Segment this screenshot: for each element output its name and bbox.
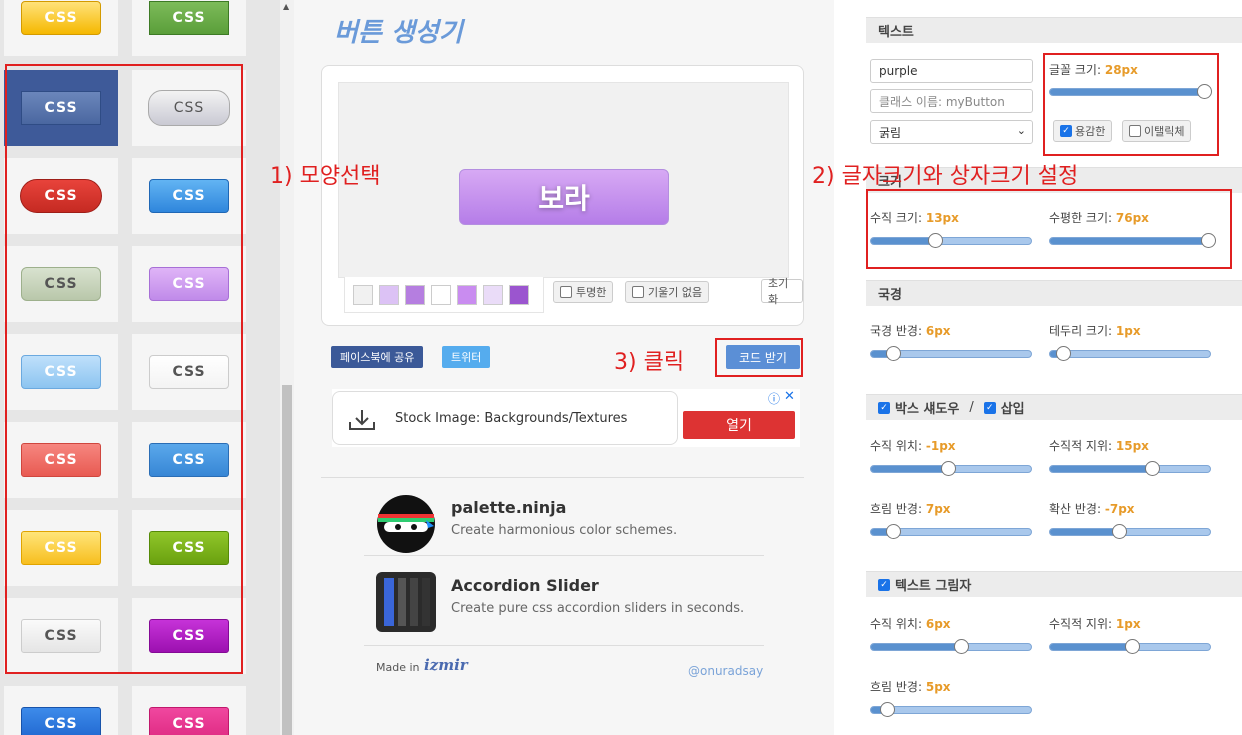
- promo-item[interactable]: palette.ninja Create harmonious color sc…: [364, 482, 764, 556]
- color-swatch[interactable]: [483, 285, 503, 305]
- annotation-box-font-size: [1043, 53, 1219, 156]
- reset-button[interactable]: 초기화: [761, 277, 803, 306]
- border-radius-label: 국경 반경: 6px: [870, 324, 951, 338]
- gallery-scrollbar[interactable]: ▲: [280, 0, 294, 735]
- izmir-logo: izmir: [424, 656, 468, 674]
- text-shadow-blur-slider[interactable]: [870, 702, 1032, 717]
- css-style-button[interactable]: CSS: [149, 1, 229, 35]
- style-preset-tile[interactable]: CSS: [4, 0, 118, 56]
- promo-item[interactable]: Accordion Slider Create pure css accordi…: [364, 560, 764, 646]
- shadow-blur-slider[interactable]: [870, 524, 1032, 539]
- color-swatch[interactable]: [457, 285, 477, 305]
- shadow-blur-label: 흐림 반경: 7px: [870, 502, 951, 516]
- no-gradient-toggle[interactable]: 기울기 없음: [625, 281, 710, 303]
- css-style-button[interactable]: CSS: [21, 707, 101, 735]
- page-title: 버튼 생성기: [334, 18, 463, 48]
- slider-knob: [886, 524, 902, 539]
- annotation-step3: 3) 클릭: [614, 350, 685, 375]
- ad-card[interactable]: Stock Image: Backgrounds/Textures: [332, 391, 678, 445]
- slider-knob: [1111, 524, 1127, 539]
- box-shadow-section-header[interactable]: ✓ 박스 섀도우 / ✓ 삽입: [866, 394, 1242, 420]
- ninja-logo-icon: [377, 495, 435, 553]
- shadow-vertical-distance-label: 수직적 지위: 15px: [1049, 439, 1149, 453]
- ad-text: Stock Image: Backgrounds/Textures: [395, 411, 628, 426]
- preview-area: 보라: [338, 82, 789, 278]
- color-swatch[interactable]: [431, 285, 451, 305]
- style-preset-tile[interactable]: CSS: [132, 0, 246, 56]
- text-shadow-blur-label: 흐림 반경: 5px: [870, 680, 951, 694]
- border-width-label: 테두리 크기: 1px: [1049, 324, 1141, 338]
- color-swatch[interactable]: [405, 285, 425, 305]
- slider-knob: [880, 702, 895, 717]
- border-radius-slider[interactable]: [870, 346, 1032, 361]
- style-preset-tile[interactable]: CSS: [132, 686, 246, 735]
- text-shadow-vertical-distance-slider[interactable]: [1049, 639, 1211, 654]
- slider-knob: [1145, 461, 1161, 476]
- annotation-box-size: [866, 189, 1232, 269]
- transparent-toggle[interactable]: 투명한: [553, 281, 614, 303]
- author-link[interactable]: @onuradsay: [688, 664, 763, 678]
- facebook-share-button[interactable]: 페이스북에 공유: [331, 346, 424, 368]
- text-shadow-section-header[interactable]: ✓ 텍스트 그림자: [866, 571, 1242, 597]
- color-swatch-row: [344, 277, 544, 313]
- ad-info-icon[interactable]: ⓘ: [768, 390, 780, 407]
- annotation-step1: 1) 모양선택: [270, 164, 381, 189]
- shadow-vertical-distance-slider[interactable]: [1049, 461, 1211, 476]
- font-weight-select[interactable]: 굵림 ⌄: [870, 120, 1033, 144]
- text-input[interactable]: purple: [870, 59, 1033, 83]
- checkbox-icon[interactable]: [632, 286, 644, 298]
- color-swatch[interactable]: [379, 285, 399, 305]
- shadow-spread-label: 확산 반경: -7px: [1049, 502, 1135, 516]
- text-shadow-vertical-position-slider[interactable]: [870, 639, 1032, 654]
- border-section-header: 국경: [866, 280, 1242, 306]
- made-in-text: Made in: [376, 661, 420, 674]
- checkbox-checked-icon[interactable]: ✓: [878, 401, 890, 414]
- scrollbar-thumb[interactable]: [282, 385, 292, 735]
- text-section-header: 텍스트: [866, 17, 1242, 43]
- chevron-down-icon: ⌄: [1016, 124, 1026, 137]
- shadow-spread-slider[interactable]: [1049, 524, 1211, 539]
- slider-knob: [886, 346, 902, 361]
- slider-knob: [940, 461, 956, 476]
- css-style-button[interactable]: CSS: [21, 1, 101, 35]
- shadow-vertical-position-label: 수직 위치: -1px: [870, 439, 956, 453]
- preview-card: 보라 투명한 기울기 없음 초기화: [321, 65, 804, 326]
- style-preset-tile[interactable]: CSS: [4, 686, 118, 735]
- section-divider: [321, 477, 804, 478]
- border-width-slider[interactable]: [1049, 346, 1211, 361]
- color-swatch[interactable]: [509, 285, 529, 305]
- slider-knob: [953, 639, 969, 654]
- checkbox-icon[interactable]: [560, 286, 572, 298]
- download-icon: [349, 410, 375, 430]
- annotation-box-get-code: [715, 338, 803, 377]
- class-name-input[interactable]: 클래스 이름: myButton: [870, 89, 1033, 113]
- text-shadow-vertical-distance-label: 수직적 지위: 1px: [1049, 617, 1141, 631]
- ad-open-button[interactable]: 열기: [683, 411, 795, 439]
- css-style-button[interactable]: CSS: [149, 707, 229, 735]
- color-swatch[interactable]: [353, 285, 373, 305]
- ad-close-icon[interactable]: ✕: [784, 389, 795, 404]
- scroll-up-arrow-icon[interactable]: ▲: [283, 2, 289, 11]
- annotation-box-shape-select: [5, 64, 243, 674]
- accordion-slider-icon: [376, 572, 436, 632]
- shadow-vertical-position-slider[interactable]: [870, 461, 1032, 476]
- annotation-step2: 2) 글자크기와 상자크기 설정: [812, 164, 1079, 189]
- ad-banner[interactable]: Stock Image: Backgrounds/Textures ⓘ ✕ 열기: [332, 389, 800, 447]
- twitter-share-button[interactable]: 트위터: [442, 346, 491, 368]
- slider-knob: [1124, 639, 1140, 654]
- text-shadow-vertical-position-label: 수직 위치: 6px: [870, 617, 951, 631]
- checkbox-checked-icon[interactable]: ✓: [878, 578, 890, 591]
- slider-knob: [1055, 346, 1071, 361]
- preview-button[interactable]: 보라: [459, 169, 669, 225]
- checkbox-checked-icon[interactable]: ✓: [983, 401, 996, 414]
